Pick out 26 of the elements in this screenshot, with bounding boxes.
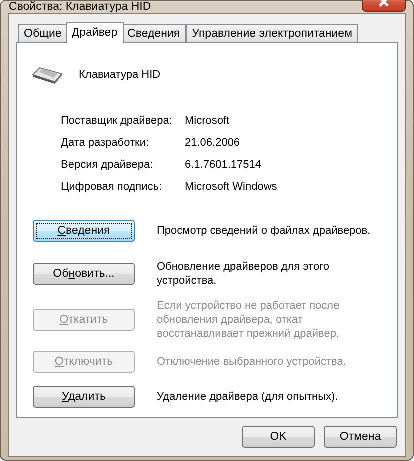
window-title: Свойства: Клавиатура HID <box>8 1 152 13</box>
action-description: Отключение выбранного устройства. <box>157 355 348 369</box>
property-value: Microsoft <box>185 114 231 128</box>
cancel-button[interactable]: Отмена <box>324 426 397 448</box>
action-description: Просмотр сведений о файлах драйверов. <box>157 224 372 238</box>
device-name: Клавиатура HID <box>79 69 161 81</box>
close-icon <box>378 0 390 7</box>
property-value: 21.06.2006 <box>185 136 242 150</box>
tab[interactable]: Управление электропитанием <box>186 24 358 42</box>
tab[interactable]: Драйвер <box>66 22 124 43</box>
action-button[interactable]: Удалить <box>33 386 135 408</box>
tab[interactable]: Общие <box>18 24 68 42</box>
action-button[interactable]: Обновить... <box>33 263 135 285</box>
ok-button[interactable]: OK <box>242 426 315 448</box>
action-description: Удаление драйвера (для опытных). <box>157 390 340 404</box>
action-description: Обновление драйверов для этого устройства. <box>157 260 330 288</box>
tab[interactable]: Сведения <box>122 24 186 42</box>
property-label: Версия драйвера: <box>61 158 154 172</box>
action-button[interactable]: Сведения <box>33 220 135 242</box>
action-description: Если устройство не работает после обновления драйвера, откат восстанавливает прежний драйвер. <box>157 299 341 341</box>
property-value: 6.1.7601.17514 <box>185 158 262 172</box>
keyboard-icon <box>31 66 63 84</box>
property-label: Цифровая подпись: <box>61 180 164 194</box>
property-label: Дата разработки: <box>61 136 150 150</box>
property-value: Microsoft Windows <box>185 180 278 194</box>
property-label: Поставщик драйвера: <box>61 114 174 128</box>
